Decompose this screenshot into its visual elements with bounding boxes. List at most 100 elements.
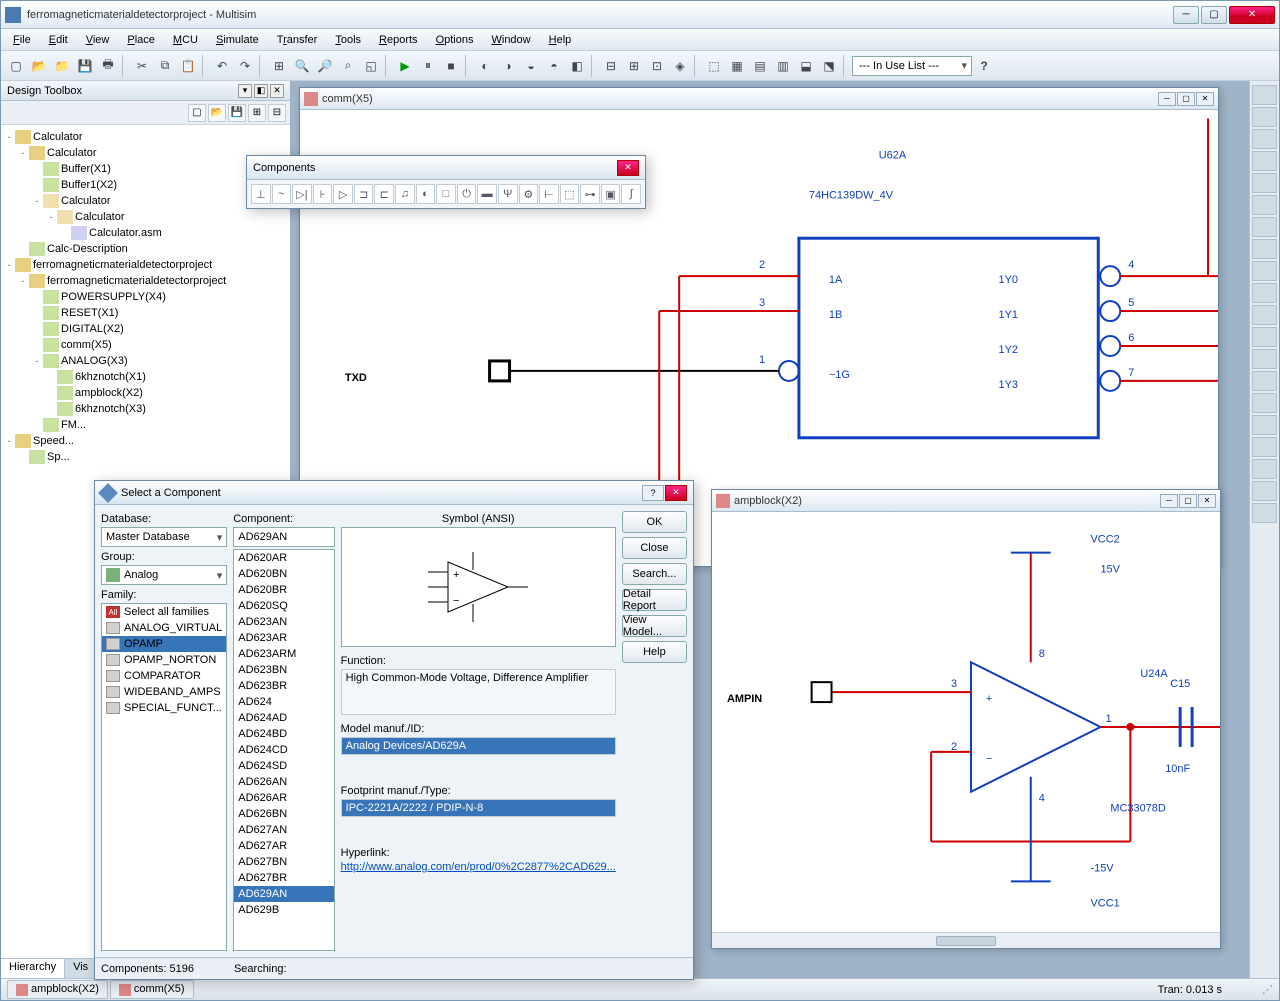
comp-basic-icon[interactable]: ~ bbox=[272, 184, 292, 204]
component-item[interactable]: AD627BN bbox=[234, 854, 333, 870]
comp-hier-icon[interactable]: ∫ bbox=[621, 184, 641, 204]
tree-node[interactable]: Calc-Description bbox=[3, 241, 288, 257]
instr-14-icon[interactable] bbox=[1252, 371, 1277, 391]
tree-node[interactable]: -Speed... bbox=[3, 433, 288, 449]
component-item[interactable]: AD620BR bbox=[234, 582, 333, 598]
window-comm-titlebar[interactable]: comm(X5) ─▢✕ bbox=[300, 88, 1218, 110]
tb-zoom100-icon[interactable]: ◱ bbox=[360, 55, 382, 77]
tree-node[interactable]: -Calculator bbox=[3, 209, 288, 225]
tree-node[interactable]: RESET(X1) bbox=[3, 305, 288, 321]
menu-help[interactable]: Help bbox=[541, 32, 580, 48]
menu-window[interactable]: Window bbox=[483, 32, 538, 48]
family-item[interactable]: WIDEBAND_AMPS bbox=[102, 684, 226, 700]
tb-save-icon[interactable]: 💾 bbox=[74, 55, 96, 77]
component-item[interactable]: AD627BR bbox=[234, 870, 333, 886]
comp-diode-icon[interactable]: ▷| bbox=[292, 184, 312, 204]
group-combo[interactable]: Analog bbox=[101, 565, 227, 585]
tree-node[interactable]: comm(X5) bbox=[3, 337, 288, 353]
component-item[interactable]: AD626BN bbox=[234, 806, 333, 822]
tree-node[interactable]: 6khznotch(X1) bbox=[3, 369, 288, 385]
tb-ic7-icon[interactable]: ⊞ bbox=[623, 55, 645, 77]
component-item[interactable]: AD623AR bbox=[234, 630, 333, 646]
component-field[interactable]: AD629AN bbox=[233, 527, 334, 547]
menu-place[interactable]: Place bbox=[119, 32, 163, 48]
tb-new-icon[interactable]: ▢ bbox=[5, 55, 27, 77]
dt-pin-icon[interactable]: ◧ bbox=[254, 84, 268, 98]
tb-ic5-icon[interactable]: ◧ bbox=[566, 55, 588, 77]
help-button[interactable]: Help bbox=[622, 641, 687, 663]
mdi-close-icon[interactable]: ✕ bbox=[1198, 494, 1216, 508]
component-item[interactable]: AD627AN bbox=[234, 822, 333, 838]
tb-ic8-icon[interactable]: ⊡ bbox=[646, 55, 668, 77]
comp-cmos-icon[interactable]: ⊏ bbox=[374, 184, 394, 204]
dt-save-icon[interactable]: 💾 bbox=[228, 104, 246, 122]
tb-open-icon[interactable]: 📂 bbox=[28, 55, 50, 77]
footprint-text[interactable]: IPC-2221A/2222 / PDIP-N-8 bbox=[341, 799, 616, 817]
tb-undo-icon[interactable]: ↶ bbox=[211, 55, 233, 77]
tb-ic1-icon[interactable]: ◐ bbox=[474, 55, 496, 77]
instr-1-icon[interactable] bbox=[1252, 85, 1277, 105]
instr-8-icon[interactable] bbox=[1252, 239, 1277, 259]
component-item[interactable]: AD620AR bbox=[234, 550, 333, 566]
tb-zoomin-icon[interactable]: 🔍 bbox=[291, 55, 313, 77]
instr-4-icon[interactable] bbox=[1252, 151, 1277, 171]
dt-ic2-icon[interactable]: ⊟ bbox=[268, 104, 286, 122]
tb-ic13-icon[interactable]: ▥ bbox=[772, 55, 794, 77]
menu-reports[interactable]: Reports bbox=[371, 32, 426, 48]
mdi-min-icon[interactable]: ─ bbox=[1158, 92, 1176, 106]
doc-tab-ampblock[interactable]: ampblock(X2) bbox=[7, 980, 108, 998]
component-item[interactable]: AD623BR bbox=[234, 678, 333, 694]
comp-misc2-icon[interactable]: ▬ bbox=[477, 184, 497, 204]
instr-7-icon[interactable] bbox=[1252, 217, 1277, 237]
component-item[interactable]: AD620SQ bbox=[234, 598, 333, 614]
resize-grip-icon[interactable]: ⋰ bbox=[1262, 983, 1273, 996]
comp-transistor-icon[interactable]: ⊦ bbox=[313, 184, 333, 204]
component-item[interactable]: AD624AD bbox=[234, 710, 333, 726]
minimize-button[interactable]: ─ bbox=[1173, 6, 1199, 24]
tree-node[interactable]: POWERSUPPLY(X4) bbox=[3, 289, 288, 305]
tb-zoomfit-icon[interactable]: ⊞ bbox=[268, 55, 290, 77]
instr-16-icon[interactable] bbox=[1252, 415, 1277, 435]
instr-13-icon[interactable] bbox=[1252, 349, 1277, 369]
tb-pause-icon[interactable]: ⏸ bbox=[417, 55, 439, 77]
tb-print-icon[interactable]: 🖶 bbox=[97, 55, 119, 77]
comp-source-icon[interactable]: ⊥ bbox=[251, 184, 271, 204]
instr-3-icon[interactable] bbox=[1252, 129, 1277, 149]
close-button[interactable]: Close bbox=[622, 537, 687, 559]
instr-15-icon[interactable] bbox=[1252, 393, 1277, 413]
comp-analog-icon[interactable]: ▷ bbox=[333, 184, 353, 204]
mdi-max-icon[interactable]: ▢ bbox=[1179, 494, 1197, 508]
tree-node[interactable]: DIGITAL(X2) bbox=[3, 321, 288, 337]
tb-ic15-icon[interactable]: ⬔ bbox=[818, 55, 840, 77]
ampblock-hscroll[interactable] bbox=[712, 932, 1220, 948]
instr-11-icon[interactable] bbox=[1252, 305, 1277, 325]
component-item[interactable]: AD627AR bbox=[234, 838, 333, 854]
component-item[interactable]: AD623AN bbox=[234, 614, 333, 630]
close-button[interactable]: ✕ bbox=[1229, 6, 1275, 24]
tb-zoomarea-icon[interactable]: ⌕ bbox=[337, 55, 359, 77]
instr-6-icon[interactable] bbox=[1252, 195, 1277, 215]
tree-node[interactable]: FM... bbox=[3, 417, 288, 433]
tree-node[interactable]: 6khznotch(X3) bbox=[3, 401, 288, 417]
components-toolbar-window[interactable]: Components ✕ ⊥ ~ ▷| ⊦ ▷ ⊐ ⊏ ♫ ◐ □ ⏻ ▬ Ψ … bbox=[246, 155, 646, 209]
component-item[interactable]: AD624 bbox=[234, 694, 333, 710]
dt-close-icon[interactable]: ✕ bbox=[270, 84, 284, 98]
menu-options[interactable]: Options bbox=[428, 32, 482, 48]
tb-copy-icon[interactable]: ⧉ bbox=[154, 55, 176, 77]
tb-ic3-icon[interactable]: ◒ bbox=[520, 55, 542, 77]
search-button[interactable]: Search... bbox=[622, 563, 687, 585]
menu-transfer[interactable]: Transfer bbox=[269, 32, 326, 48]
tb-opend-icon[interactable]: 📁 bbox=[51, 55, 73, 77]
comp-conn-icon[interactable]: ⊶ bbox=[580, 184, 600, 204]
titlebar[interactable]: ferromagneticmaterialdetectorproject - M… bbox=[1, 1, 1279, 29]
detail-report-button[interactable]: Detail Report bbox=[622, 589, 687, 611]
view-model-button[interactable]: View Model... bbox=[622, 615, 687, 637]
tab-visibility[interactable]: Vis bbox=[65, 959, 97, 978]
component-item[interactable]: AD626AN bbox=[234, 774, 333, 790]
tree-node[interactable]: -Calculator bbox=[3, 129, 288, 145]
ok-button[interactable]: OK bbox=[622, 511, 687, 533]
comp-mixed-icon[interactable]: ◐ bbox=[416, 184, 436, 204]
tb-run-icon[interactable]: ▶ bbox=[394, 55, 416, 77]
family-item[interactable]: SPECIAL_FUNCT... bbox=[102, 700, 226, 716]
mdi-max-icon[interactable]: ▢ bbox=[1177, 92, 1195, 106]
